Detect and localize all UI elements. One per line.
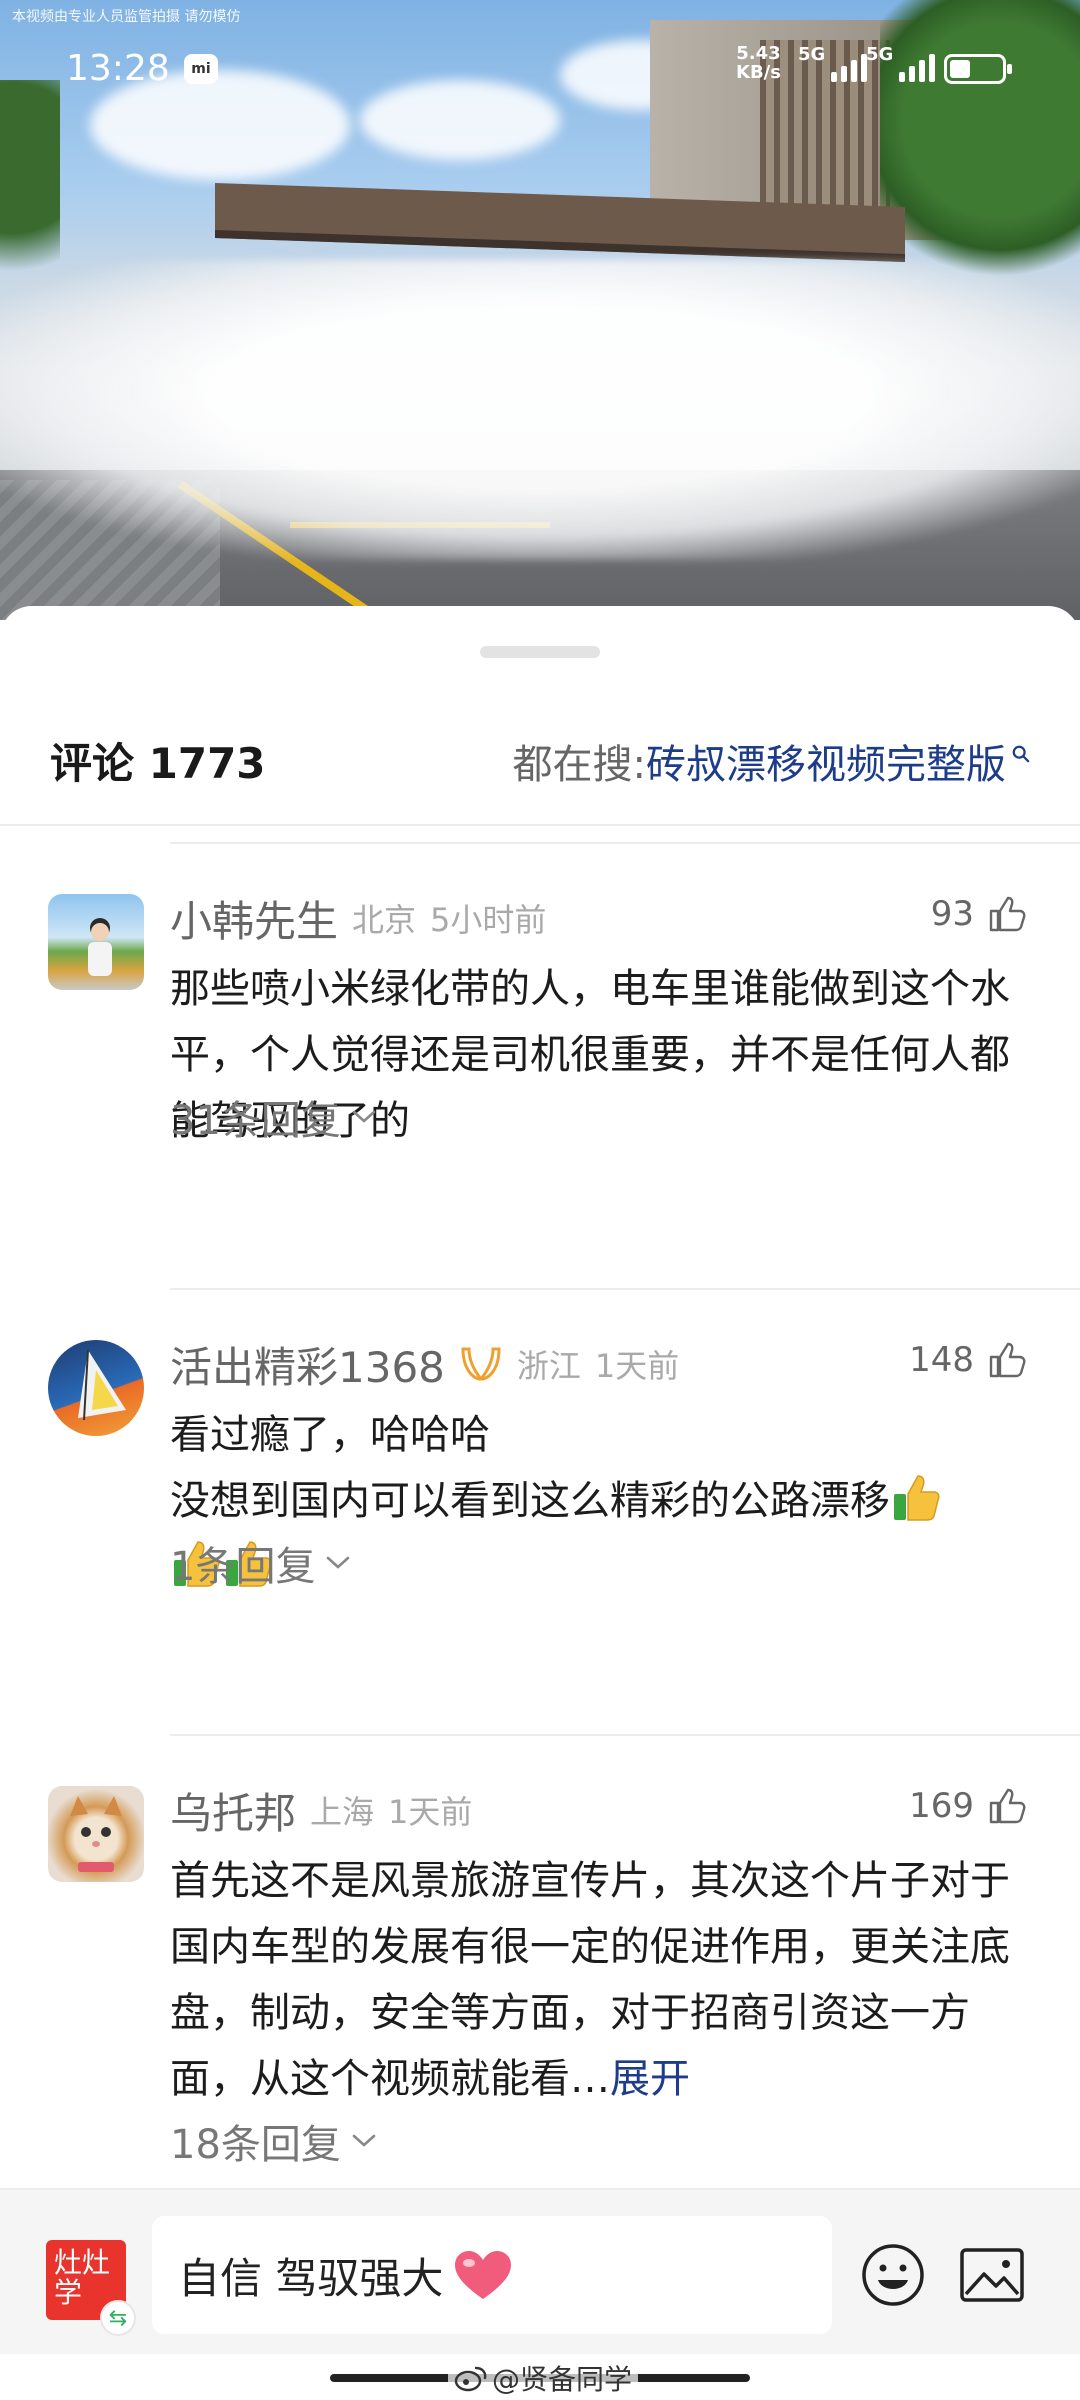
video-watermark: 本视频由专业人员监管拍摄 请勿模仿 xyxy=(12,9,241,25)
view-replies-button[interactable]: 1条回复 xyxy=(170,1534,351,1592)
emoji-picker-button[interactable] xyxy=(860,2242,926,2308)
network-speed: 5.43 KB/s xyxy=(736,44,781,82)
header-divider xyxy=(0,824,1080,826)
like-button[interactable]: 169 xyxy=(909,1786,1028,1826)
system-nav-bar: @贤备同学 xyxy=(0,2354,1080,2400)
network-speed-value: 5.43 xyxy=(736,43,781,64)
switch-account-icon[interactable]: ⇆ xyxy=(100,2300,136,2336)
comment-sheet: 评论 1773 都在搜: 砖叔漂移视频完整版 小韩先生 北京 5小时前 93 那… xyxy=(0,606,1080,2400)
comment-text-line: 没想到国内可以看到这么精彩的公路漂移 xyxy=(170,1468,1040,1534)
reply-count: 18条回复 xyxy=(170,2122,341,2168)
thumbs-up-icon xyxy=(989,1342,1026,1378)
avatar[interactable] xyxy=(48,1340,144,1436)
heart-emoji-icon xyxy=(455,2251,512,2299)
comment-time: 5小时前 xyxy=(430,901,547,939)
like-count: 148 xyxy=(909,1340,974,1380)
network-speed-unit: KB/s xyxy=(736,62,781,83)
sim1-network-type: 5G xyxy=(798,44,826,65)
battery-icon xyxy=(944,54,1012,84)
divider xyxy=(170,1288,1080,1290)
thumbs-up-icon xyxy=(989,896,1026,932)
divider xyxy=(170,1734,1080,1736)
avatar[interactable] xyxy=(48,894,144,990)
reply-count: 1条回复 xyxy=(170,1544,316,1590)
comment-header: 小韩先生 北京 5小时前 xyxy=(170,890,546,946)
reply-count: 31条回复 xyxy=(170,1098,341,1144)
signal-sim1-icon: 5G xyxy=(798,44,868,82)
vip-badge-icon xyxy=(461,1347,501,1381)
weibo-watermark: @贤备同学 xyxy=(448,2358,639,2398)
mi-notification-icon: mi xyxy=(184,54,218,84)
comment-text-line: 看过瘾了，哈哈哈 xyxy=(170,1412,490,1458)
comment-item: 乌托邦 上海 1天前 169 首先这不是风景旅游宣传片，其次这个片子对于国内车型… xyxy=(0,1782,1080,2202)
comment-location: 北京 xyxy=(352,901,417,939)
chevron-down-icon xyxy=(352,1110,376,1123)
comment-header: 活出精彩1368 浙江 1天前 xyxy=(170,1336,679,1392)
video-player[interactable]: 本视频由专业人员监管拍摄 请勿模仿 13:28 mi 5.43 KB/s 5G … xyxy=(0,0,1080,620)
comments-count-title: 评论 1773 xyxy=(50,739,266,788)
sim2-network-type: 5G xyxy=(866,44,894,65)
tire-smoke xyxy=(0,260,1080,560)
divider xyxy=(170,842,1080,844)
comment-location: 浙江 xyxy=(516,1347,581,1385)
comment-input-bar: 灶灶学 ⇆ 自信 驾驭强大 xyxy=(0,2188,1080,2354)
avatar[interactable] xyxy=(48,1786,144,1882)
drag-handle[interactable] xyxy=(480,646,600,658)
clock: 13:28 xyxy=(66,48,170,89)
comment-input-text: 自信 驾驭强大 xyxy=(178,2253,444,2303)
hot-search-prefix: 都在搜: xyxy=(512,742,646,788)
like-button[interactable]: 148 xyxy=(909,1340,1028,1380)
comment-header: 乌托邦 上海 1天前 xyxy=(170,1782,472,1838)
like-count: 169 xyxy=(909,1786,974,1826)
thumbs-up-emoji-icon xyxy=(894,1475,940,1521)
username[interactable]: 活出精彩1368 xyxy=(170,1334,445,1395)
view-replies-button[interactable]: 18条回复 xyxy=(170,2112,377,2170)
comment-text-body: 首先这不是风景旅游宣传片，其次这个片子对于国内车型的发展有很一定的促进作用，更关… xyxy=(170,1858,1010,2102)
hot-search-link[interactable]: 都在搜: 砖叔漂移视频完整版 xyxy=(513,732,1030,790)
avatar-cat xyxy=(70,1796,122,1872)
signal-sim2-icon: 5G xyxy=(866,44,936,82)
expand-link[interactable]: 展开 xyxy=(610,2056,690,2102)
image-picker-button[interactable] xyxy=(960,2248,1024,2302)
avatar-sail xyxy=(78,1349,126,1421)
like-button[interactable]: 93 xyxy=(931,894,1028,934)
avatar-person xyxy=(88,918,112,976)
comment-item: 小韩先生 北京 5小时前 93 那些喷小米绿化带的人，电车里谁能做到这个水平，个… xyxy=(0,890,1080,1180)
hot-search-keyword: 砖叔漂移视频完整版 xyxy=(646,742,1006,788)
comment-time: 1天前 xyxy=(594,1347,680,1385)
comment-time: 1天前 xyxy=(388,1793,473,1831)
search-icon xyxy=(1012,745,1030,763)
comment-item: 活出精彩1368 浙江 1天前 148 看过瘾了，哈哈哈 没想到国内可以看到这么… xyxy=(0,1336,1080,1636)
thumbs-up-icon xyxy=(989,1788,1026,1824)
chevron-down-icon xyxy=(352,2134,376,2147)
chevron-down-icon xyxy=(327,1556,350,1569)
comment-location: 上海 xyxy=(310,1793,375,1831)
weibo-logo-icon xyxy=(454,2366,487,2392)
comment-text: 首先这不是风景旅游宣传片，其次这个片子对于国内车型的发展有很一定的促进作用，更关… xyxy=(170,1848,1040,2112)
comment-input[interactable]: 自信 驾驭强大 xyxy=(152,2216,832,2334)
username[interactable]: 小韩先生 xyxy=(170,888,338,949)
status-bar: 13:28 mi 5.43 KB/s 5G 5G xyxy=(0,42,1080,92)
view-replies-button[interactable]: 31条回复 xyxy=(170,1088,377,1146)
comments-header: 评论 1773 都在搜: 砖叔漂移视频完整版 xyxy=(0,724,1080,804)
username[interactable]: 乌托邦 xyxy=(170,1780,296,1841)
weibo-handle: @贤备同学 xyxy=(492,2363,633,2396)
cloud xyxy=(360,80,560,160)
like-count: 93 xyxy=(930,894,974,934)
